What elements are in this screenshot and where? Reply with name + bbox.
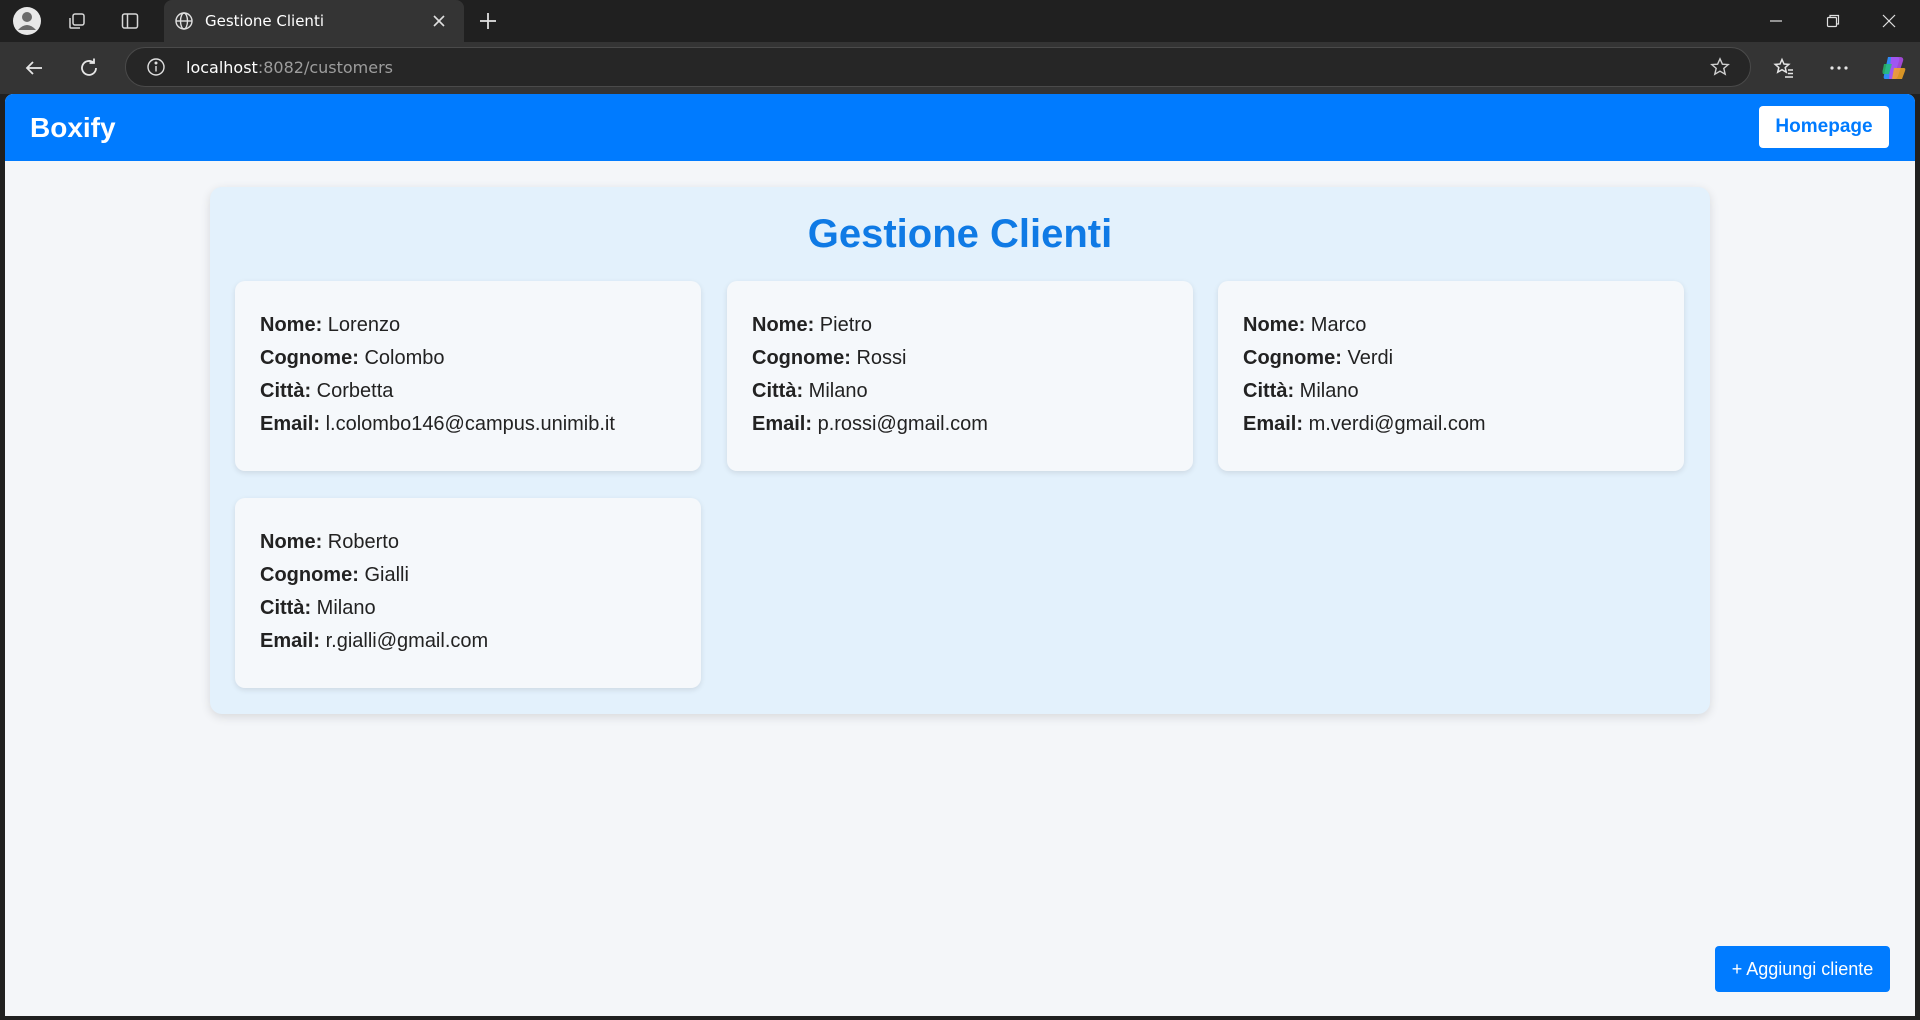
workspaces-icon[interactable] [62, 6, 92, 36]
city-label: Città: [260, 380, 312, 402]
city-label: Città: [752, 380, 804, 402]
homepage-button[interactable]: Homepage [1759, 106, 1889, 148]
city-value: Corbetta [316, 380, 394, 402]
name-value: Roberto [327, 531, 399, 553]
name-value: Pietro [819, 314, 873, 336]
surname-value: Gialli [364, 564, 409, 586]
reload-icon[interactable] [73, 52, 105, 84]
customer-city: Città: Milano [1243, 380, 1359, 403]
customer-city: Città: Milano [260, 597, 376, 620]
surname-value: Colombo [364, 347, 445, 369]
restore-icon[interactable] [1810, 8, 1856, 34]
brand-logo[interactable]: Boxify [30, 112, 116, 144]
globe-icon [175, 12, 193, 30]
customers-panel: Gestione Clienti Nome: Lorenzo Cognome: … [210, 187, 1710, 714]
city-label: Città: [1243, 380, 1295, 402]
close-tab-icon[interactable] [431, 13, 447, 29]
email-label: Email: [752, 413, 813, 435]
surname-label: Cognome: [1243, 347, 1342, 369]
customer-email: Email: r.gialli@gmail.com [260, 630, 488, 653]
city-label: Città: [260, 597, 312, 619]
url-text: localhost:8082/customers [186, 58, 393, 77]
email-value: r.gialli@gmail.com [325, 630, 489, 652]
address-bar[interactable]: localhost:8082/customers [125, 47, 1751, 87]
url-host: localhost [186, 58, 258, 77]
customer-city: Città: Milano [752, 380, 868, 403]
site-info-icon[interactable] [146, 57, 166, 77]
top-navbar: Boxify Homepage [5, 94, 1915, 161]
customer-name: Nome: Lorenzo [260, 314, 400, 337]
active-tab[interactable]: Gestione Clienti [164, 0, 464, 42]
name-label: Nome: [260, 531, 323, 553]
page-title: Gestione Clienti [807, 212, 1113, 256]
email-label: Email: [1243, 413, 1304, 435]
surname-label: Cognome: [260, 564, 359, 586]
customer-card: Nome: Marco Cognome: Verdi Città: Milano… [1218, 281, 1684, 471]
close-window-icon[interactable] [1866, 8, 1912, 34]
surname-value: Verdi [1347, 347, 1394, 369]
customer-name: Nome: Pietro [752, 314, 872, 337]
customer-name: Nome: Roberto [260, 531, 399, 554]
page-viewport: Boxify Homepage Gestione Clienti Nome: L… [5, 94, 1915, 1016]
name-value: Marco [1310, 314, 1367, 336]
favorite-star-icon[interactable] [1710, 57, 1730, 77]
city-value: Milano [808, 380, 868, 402]
email-value: m.verdi@gmail.com [1308, 413, 1486, 435]
email-value: l.colombo146@campus.unimib.it [325, 413, 615, 435]
more-options-icon[interactable] [1823, 52, 1855, 84]
browser-toolbar: localhost:8082/customers [0, 42, 1920, 94]
add-customer-button[interactable]: + Aggiungi cliente [1715, 946, 1890, 992]
surname-value: Rossi [856, 347, 907, 369]
customer-surname: Cognome: Gialli [260, 564, 409, 587]
name-value: Lorenzo [327, 314, 401, 336]
profile-icon[interactable] [12, 6, 42, 36]
new-tab-icon[interactable] [477, 10, 499, 32]
name-label: Nome: [752, 314, 815, 336]
customer-surname: Cognome: Colombo [260, 347, 445, 370]
copilot-icon[interactable] [1878, 52, 1910, 84]
back-icon[interactable] [18, 52, 50, 84]
name-label: Nome: [260, 314, 323, 336]
customer-surname: Cognome: Verdi [1243, 347, 1393, 370]
customer-name: Nome: Marco [1243, 314, 1366, 337]
customer-card: Nome: Pietro Cognome: Rossi Città: Milan… [727, 281, 1193, 471]
vertical-tabs-icon[interactable] [115, 6, 145, 36]
city-value: Milano [1299, 380, 1359, 402]
url-path: :8082/customers [257, 58, 394, 77]
email-label: Email: [260, 630, 321, 652]
email-label: Email: [260, 413, 321, 435]
favorites-icon[interactable] [1768, 52, 1800, 84]
customer-email: Email: p.rossi@gmail.com [752, 413, 988, 436]
surname-label: Cognome: [260, 347, 359, 369]
customer-card: Nome: Roberto Cognome: Gialli Città: Mil… [235, 498, 701, 688]
customer-email: Email: m.verdi@gmail.com [1243, 413, 1486, 436]
browser-tab-bar: Gestione Clienti [0, 0, 1920, 42]
city-value: Milano [316, 597, 376, 619]
customer-city: Città: Corbetta [260, 380, 393, 403]
email-value: p.rossi@gmail.com [817, 413, 988, 435]
minimize-icon[interactable] [1753, 8, 1799, 34]
surname-label: Cognome: [752, 347, 851, 369]
name-label: Nome: [1243, 314, 1306, 336]
customer-card: Nome: Lorenzo Cognome: Colombo Città: Co… [235, 281, 701, 471]
tab-title: Gestione Clienti [205, 12, 324, 30]
customer-surname: Cognome: Rossi [752, 347, 906, 370]
customer-email: Email: l.colombo146@campus.unimib.it [260, 413, 615, 436]
